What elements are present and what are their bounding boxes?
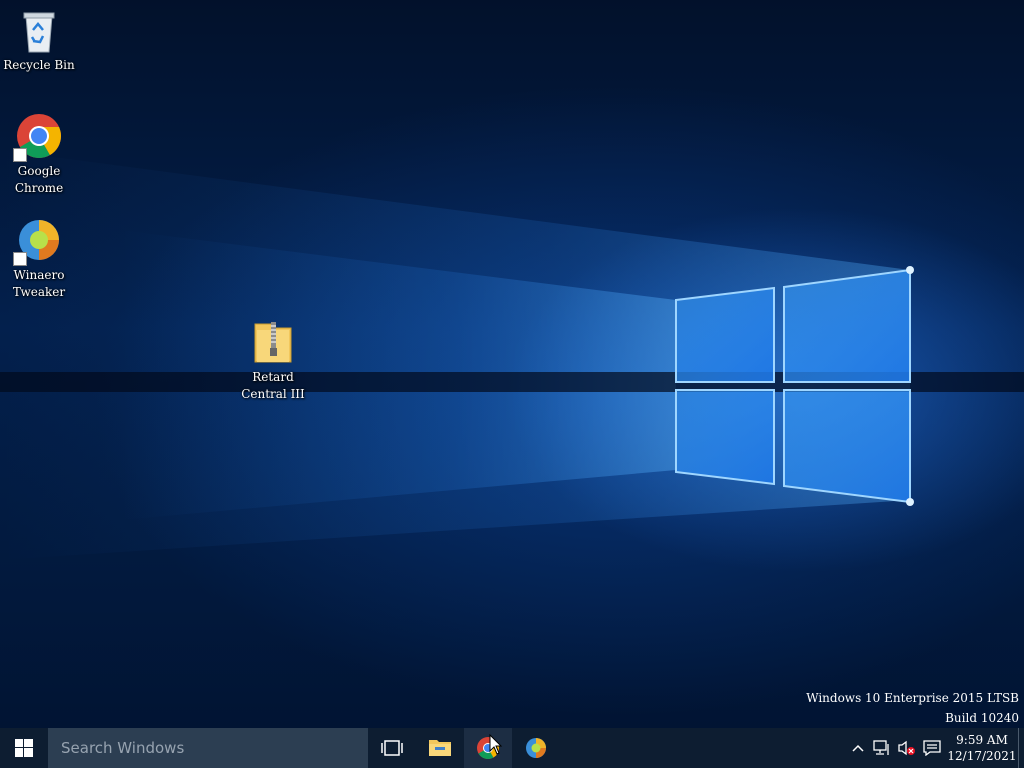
- desktop-icon-label: Recycle Bin: [3, 58, 75, 72]
- desktop-icon-google-chrome[interactable]: Google Chrome: [1, 112, 77, 197]
- winaero-tweaker-icon: [526, 738, 546, 758]
- clock-date: 12/17/2021: [947, 749, 1017, 763]
- desktop-icon-recycle-bin[interactable]: Recycle Bin: [1, 6, 77, 74]
- network-icon: [873, 740, 889, 755]
- winaero-tweaker-icon: [13, 216, 63, 266]
- windows-wallpaper: [0, 150, 1024, 560]
- desktop-icon-label: Google Chrome: [14, 164, 64, 195]
- recycle-bin-icon: [15, 6, 63, 54]
- shortcut-arrow-icon: [13, 148, 27, 162]
- desktop-icon-label: Winaero Tweaker: [12, 268, 66, 299]
- start-button[interactable]: [0, 728, 48, 768]
- search-box[interactable]: Search Windows: [48, 728, 368, 768]
- file-explorer-icon: [429, 740, 451, 756]
- taskbar-clock[interactable]: 9:59 AM 12/17/2021: [946, 732, 1018, 764]
- desktop-icon-label: Retard Central III: [241, 370, 305, 401]
- chrome-icon: [13, 112, 63, 162]
- task-view-icon: [381, 740, 403, 756]
- winaero-tweaker-taskbar-button[interactable]: [512, 728, 560, 768]
- watermark-edition: Windows 10 Enterprise 2015 LTSB: [806, 691, 1019, 705]
- mouse-cursor-icon: [489, 734, 503, 755]
- volume-muted-icon: [898, 740, 915, 756]
- zip-folder-icon: [249, 318, 297, 366]
- taskbar: Search Windows 9:59 AM 12/17/2021: [0, 728, 1024, 768]
- volume-button[interactable]: [894, 728, 918, 768]
- desktop[interactable]: Recycle Bin Google Chrome Winaero Tweake…: [0, 0, 1024, 728]
- search-placeholder: Search Windows: [61, 739, 185, 757]
- watermark-build: Build 10240: [945, 711, 1019, 725]
- clock-time: 9:59 AM: [956, 733, 1008, 747]
- system-tray: 9:59 AM 12/17/2021: [846, 728, 1024, 768]
- file-explorer-button[interactable]: [416, 728, 464, 768]
- windows-build-watermark: Windows 10 Enterprise 2015 LTSB Build 10…: [806, 688, 1019, 728]
- chevron-up-icon: [852, 744, 864, 752]
- chrome-taskbar-button[interactable]: [464, 728, 512, 768]
- windows-logo-icon: [15, 739, 33, 757]
- desktop-icon-winaero-tweaker[interactable]: Winaero Tweaker: [1, 216, 77, 301]
- task-view-button[interactable]: [368, 728, 416, 768]
- show-hidden-icons-button[interactable]: [846, 728, 870, 768]
- desktop-icon-zip-folder[interactable]: Retard Central III: [235, 318, 311, 403]
- shortcut-arrow-icon: [13, 252, 27, 266]
- show-desktop-button[interactable]: [1018, 728, 1024, 768]
- action-center-button[interactable]: [918, 728, 946, 768]
- action-center-icon: [923, 740, 941, 756]
- network-button[interactable]: [870, 728, 894, 768]
